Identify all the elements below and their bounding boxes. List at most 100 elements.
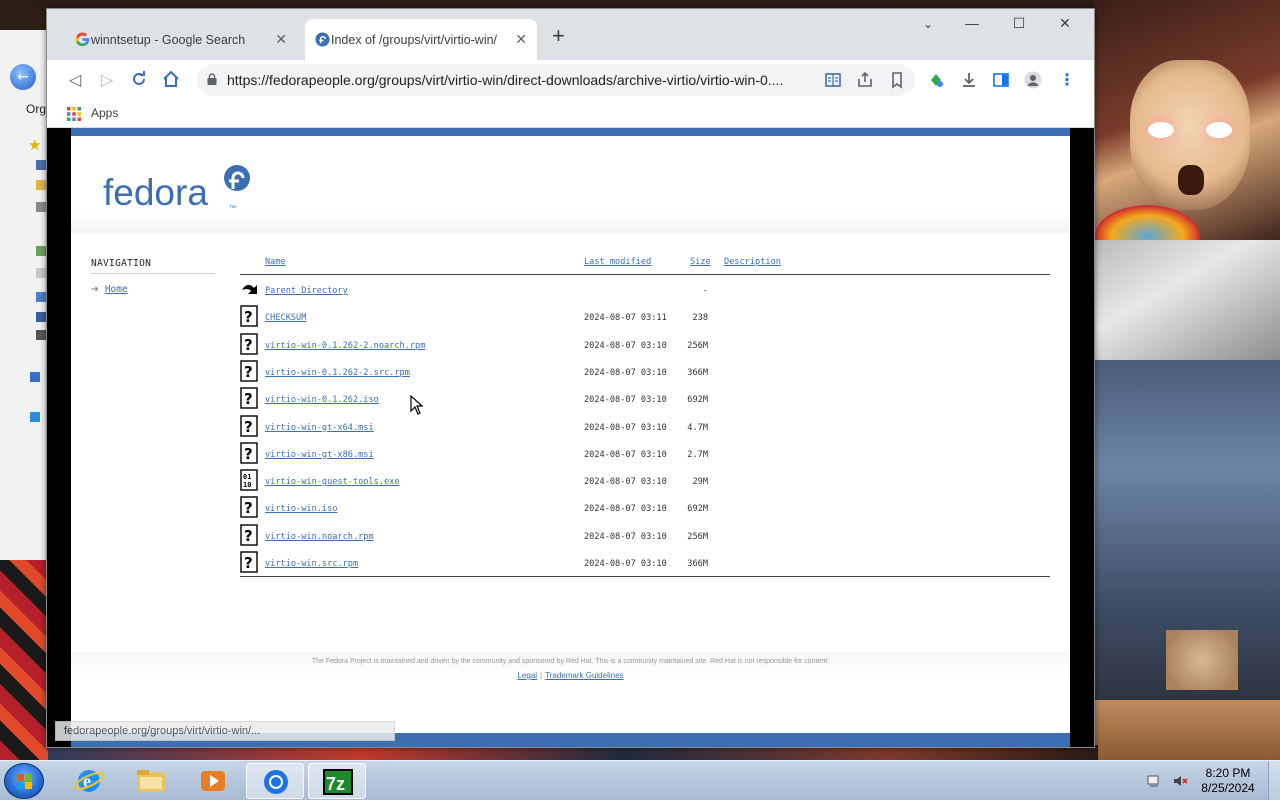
file-row: ? virtio-win.src.rpm 2024-08-07 03:10 366M (240, 551, 1050, 577)
taskbar-chrome[interactable] (246, 763, 304, 799)
folder-icon (36, 160, 46, 170)
file-link[interactable]: virtio-win-0.1.262.iso (265, 395, 379, 405)
arrow-right-icon: ➔ (91, 282, 99, 297)
taskbar-file-explorer[interactable] (122, 763, 180, 799)
internet-explorer-icon: e (74, 770, 104, 792)
reload-icon[interactable] (129, 70, 149, 90)
logo-text: fedora (103, 172, 208, 213)
videos-icon (36, 330, 46, 340)
new-tab-plus-icon[interactable]: + (552, 23, 565, 49)
file-size: 29M (692, 477, 708, 488)
file-modified: 2024-08-07 03:10 (584, 449, 667, 460)
tab-google-search[interactable]: winntsetup - Google Search ✕ (65, 19, 297, 60)
show-desktop-button[interactable] (1268, 761, 1280, 800)
file-row: ? virtio-win-0.1.262-2.noarch.rpm 2024-08-… (240, 332, 1050, 359)
file-link[interactable]: virtio-win.src.rpm (265, 559, 358, 569)
top-accent-bar (71, 128, 1070, 136)
wallpaper-strip-left (0, 560, 48, 760)
home-icon[interactable] (161, 70, 181, 90)
side-panel-icon[interactable] (992, 71, 1010, 89)
file-modified: 2024-08-07 03:10 (584, 477, 667, 488)
address-bar[interactable]: https://fedorapeople.org/groups/virt/vir… (197, 64, 915, 96)
file-size: 692M (687, 504, 708, 515)
wallpaper-cat (1166, 630, 1238, 690)
file-row: Parent Directory - (240, 278, 1050, 304)
back-arrow-icon[interactable]: ← (10, 64, 36, 90)
footer-disclaimer: The Fedora Project is maintained and dri… (311, 658, 830, 665)
file-link[interactable]: virtio-win-0.1.262-2.src.rpm (265, 368, 410, 378)
file-link[interactable]: Parent Directory (265, 286, 348, 296)
volume-muted-icon[interactable] (1172, 773, 1188, 789)
file-link[interactable]: virtio-win.noarch.rpm (265, 532, 374, 542)
chrome-icon (264, 770, 288, 794)
tab-title: winntsetup - Google Search (91, 32, 246, 47)
apps-grid-icon[interactable] (67, 107, 81, 121)
mouse-cursor-icon (410, 395, 424, 415)
lock-icon[interactable] (207, 73, 217, 85)
maximize-icon[interactable]: ☐ (1004, 15, 1034, 32)
sort-by-modified[interactable]: Last modified (584, 257, 651, 267)
sort-by-size[interactable]: Size (690, 257, 711, 267)
close-tab-icon[interactable]: ✕ (275, 31, 287, 48)
file-link[interactable]: CHECKSUM (265, 313, 306, 323)
close-tab-icon[interactable]: ✕ (515, 31, 527, 48)
file-size: 238 (692, 313, 708, 324)
page-header: fedora ™ (71, 136, 1070, 233)
page-viewport: fedora ™ NAVIGATION ➔ Home Name Last mod… (47, 128, 1094, 747)
legal-link[interactable]: Legal (517, 671, 537, 680)
file-link[interactable]: virtio-win-gt-x64.msi (265, 423, 374, 433)
url-text[interactable]: https://fedorapeople.org/groups/virt/vir… (227, 72, 812, 88)
file-row: ? virtio-win-0.1.262.iso 2024-08-07 03:10 6… (240, 387, 1050, 413)
file-modified: 2024-08-07 03:10 (584, 367, 667, 378)
organize-menu[interactable]: Org (26, 102, 46, 116)
reader-mode-icon[interactable] (824, 71, 842, 89)
forward-icon[interactable]: ▷ (97, 70, 117, 90)
kebab-menu-icon[interactable]: ⋮ (1057, 70, 1077, 90)
bookmark-icon[interactable] (888, 71, 906, 89)
tab-title: Index of /groups/virt/virtio-win/ (331, 32, 498, 47)
link-status-bubble: fedorapeople.org/groups/virt/virtio-win/… (55, 721, 395, 741)
back-icon[interactable]: ◁ (65, 70, 85, 90)
file-modified: 2024-08-07 03:10 (584, 395, 667, 406)
taskbar-media-player[interactable] (184, 763, 242, 799)
system-clock[interactable]: 8:20 PM 8/25/2024 (1196, 766, 1260, 796)
background-explorer-window[interactable]: ← Org ★ (0, 30, 50, 560)
file-explorer-icon (137, 770, 165, 792)
file-size: 256M (687, 531, 708, 542)
file-link[interactable]: virtio-win.iso (265, 504, 337, 514)
folder-icon (36, 202, 46, 212)
trademark-link[interactable]: Trademark Guidelines (545, 671, 623, 680)
sort-by-description[interactable]: Description (724, 257, 781, 267)
action-center-flag-icon[interactable] (1146, 773, 1162, 789)
file-row: ? virtio-win.noarch.rpm 2024-08-07 03:10 25… (240, 523, 1050, 550)
fedora-icon (315, 32, 330, 47)
windows-taskbar: e 7z 8:20 PM 8/25/2024 (0, 760, 1280, 800)
svg-text:?: ? (244, 308, 253, 326)
file-link[interactable]: virtio-win-gt-x86.msi (265, 450, 374, 460)
share-icon[interactable] (856, 71, 874, 89)
extension-icon[interactable] (927, 71, 945, 89)
footer-divider (240, 576, 1050, 577)
nav-item-home[interactable]: ➔ Home (91, 282, 215, 297)
tab-fedora-index[interactable]: Index of /groups/virt/virtio-win/ ✕ (305, 19, 537, 60)
file-size: 2.7M (687, 449, 708, 460)
wallpaper-laptop (1094, 240, 1280, 360)
download-icon[interactable] (960, 71, 978, 89)
taskbar-internet-explorer[interactable]: e (60, 763, 118, 799)
home-link[interactable]: Home (105, 284, 128, 295)
profile-avatar-icon[interactable] (1024, 71, 1042, 89)
sort-by-name[interactable]: Name (265, 257, 286, 267)
footer-links: Legal | Trademark Guidelines (71, 671, 1070, 680)
apps-bookmark[interactable]: Apps (91, 106, 118, 120)
close-window-icon[interactable]: ✕ (1050, 15, 1080, 32)
fedora-logo[interactable]: fedora ™ (103, 164, 263, 216)
svg-text:?: ? (244, 390, 253, 408)
tab-search-chevron-icon[interactable]: ⌄ (913, 17, 943, 31)
file-link[interactable]: virtio-win-guest-tools.exe (265, 477, 400, 487)
minimize-icon[interactable]: — (957, 15, 987, 31)
start-orb[interactable] (4, 763, 44, 799)
taskbar-7zip[interactable]: 7z (308, 763, 366, 799)
file-link[interactable]: virtio-win-0.1.262-2.noarch.rpm (265, 341, 425, 351)
wallpaper-eye (1206, 122, 1232, 138)
file-size: 366M (687, 559, 708, 569)
